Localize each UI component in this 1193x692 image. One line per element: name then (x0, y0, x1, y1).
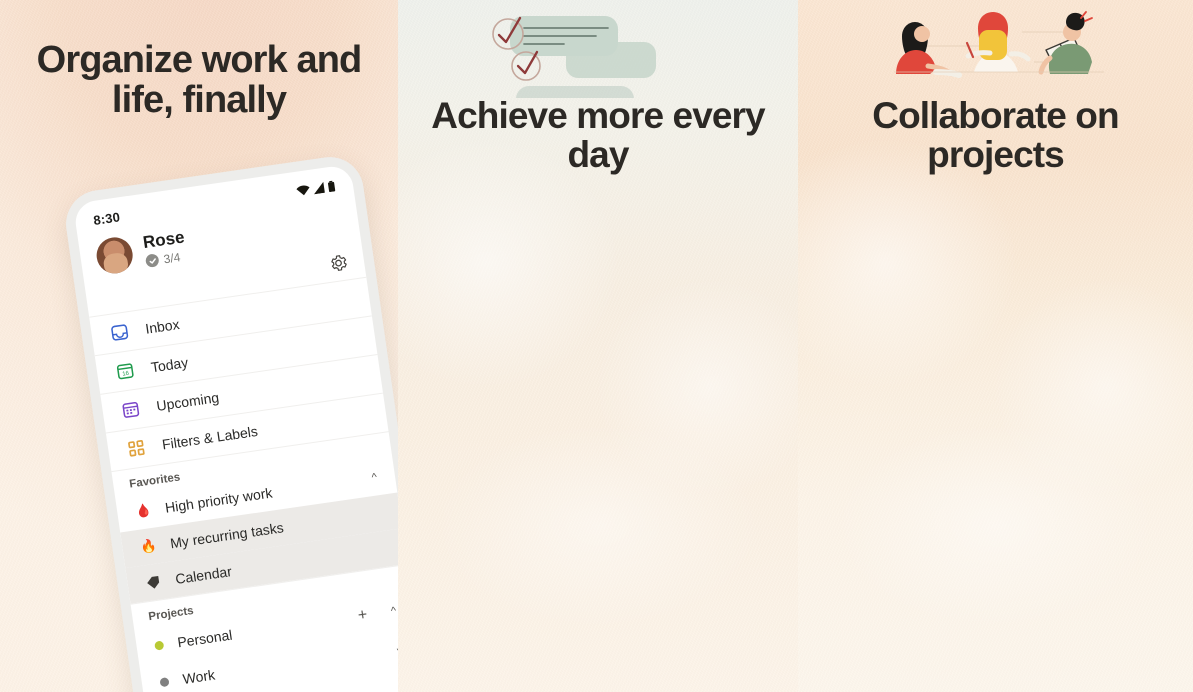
status-icons (296, 180, 336, 196)
favorite-item-label: High priority work (164, 484, 274, 516)
droplet-orange-icon: 🔥 (139, 537, 158, 555)
inbox-icon (108, 321, 131, 344)
project-color-dot (159, 676, 170, 687)
chevron-down-icon[interactable]: ^ (396, 642, 398, 655)
sidebar-item-label: Today (149, 354, 190, 376)
calendar-day-icon: 16 (114, 360, 137, 383)
sidebar-item-label: Inbox (144, 315, 181, 337)
phone-screen-drawer: 8:30 Rose 3/4 Inbox 16 Today Upcoming Fi… (72, 163, 398, 692)
favorite-item-label: Calendar (174, 563, 233, 587)
droplet-red-icon: 🩸 (134, 501, 153, 520)
grid-icon (125, 437, 148, 460)
chevron-up-icon[interactable]: ^ (371, 471, 378, 484)
project-item-label: Work (181, 666, 216, 687)
user-progress-text: 3/4 (162, 249, 182, 267)
plus-icon[interactable]: + (357, 606, 369, 625)
panel-achieve-headline: Achieve more every day (431, 95, 765, 176)
calendar-month-icon (119, 398, 142, 421)
avatar[interactable] (94, 235, 136, 276)
panel-organize: Organize work and life, finally 8:30 Ros… (0, 0, 398, 692)
check-circle-icon (144, 253, 160, 269)
status-time: 8:30 (92, 209, 122, 229)
panel-collaborate-headline: Collaborate on projects (872, 95, 1119, 176)
sidebar-item-label: Upcoming (155, 389, 221, 414)
screenshot-stage: Organize work and life, finally 8:30 Ros… (0, 0, 1193, 692)
phone-mockup-drawer: 8:30 Rose 3/4 Inbox 16 Today Upcoming Fi… (61, 152, 398, 692)
panel-organize-headline: Organize work and life, finally (36, 39, 363, 122)
gear-icon[interactable] (328, 252, 350, 274)
sidebar-item-label: Filters & Labels (160, 422, 259, 453)
project-item-label: Personal (176, 626, 234, 651)
panel-collaborate: Collaborate on projects Client - New Web… (798, 0, 1193, 692)
wifi-icon (296, 185, 310, 196)
battery-icon (327, 180, 336, 193)
signal-icon (313, 181, 325, 195)
chevron-up-icon[interactable]: ^ (390, 605, 397, 618)
panel-achieve: Achieve more every day 8:30 Mar 17 · Tod… (398, 0, 798, 692)
tag-icon (145, 574, 163, 591)
svg-text:16: 16 (122, 371, 129, 378)
project-color-dot (154, 639, 165, 651)
